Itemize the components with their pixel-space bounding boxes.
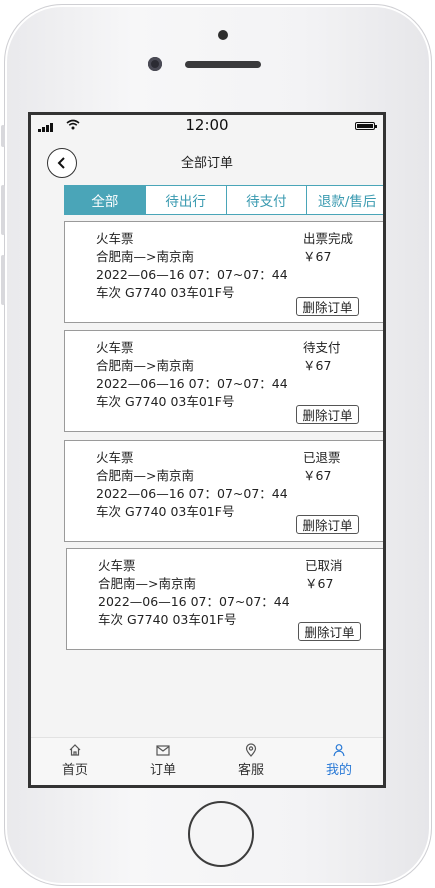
order-route: 合肥南—>南京南 bbox=[96, 468, 194, 483]
order-datetime: 2022—06—16 07：07~07：44 bbox=[98, 594, 290, 609]
tab-refund-aftersale[interactable]: 退款/售后 bbox=[306, 186, 383, 214]
nav-item-label: 首页 bbox=[61, 763, 88, 778]
delete-order-button[interactable]: 删除订单 bbox=[296, 515, 359, 534]
nav-item-label: 我的 bbox=[325, 763, 352, 778]
mail-icon bbox=[156, 745, 170, 756]
order-card[interactable]: 火车票 合肥南—>南京南 2022—06—16 07：07~07：44 车次 G… bbox=[64, 221, 383, 323]
status-bar: 12:00 bbox=[31, 115, 383, 137]
order-price: ￥67 bbox=[305, 576, 334, 591]
nav-item-home[interactable]: 首页 bbox=[31, 738, 119, 785]
order-datetime: 2022—06—16 07：07~07：44 bbox=[96, 486, 288, 501]
nav-item-orders[interactable]: 订单 bbox=[119, 738, 207, 785]
tab-pending-payment[interactable]: 待支付 bbox=[225, 186, 307, 214]
nav-item-label: 客服 bbox=[237, 763, 264, 778]
order-price: ￥67 bbox=[303, 468, 332, 483]
volume-up-button bbox=[1, 185, 5, 235]
front-camera bbox=[148, 57, 162, 71]
tab-all[interactable]: 全部 bbox=[65, 186, 145, 214]
order-train: 车次 G7740 03车01F号 bbox=[96, 504, 235, 519]
earpiece-speaker bbox=[185, 61, 261, 68]
nav-item-service[interactable]: 客服 bbox=[207, 738, 295, 785]
screen: 12:00 全部订单 全部 待出行 待支付 退款/售后 火车票 合肥南—>南京南… bbox=[28, 112, 386, 788]
order-tabs: 全部 待出行 待支付 退款/售后 bbox=[64, 185, 383, 215]
order-train: 车次 G7740 03车01F号 bbox=[96, 285, 235, 300]
order-status: 已退票 bbox=[303, 450, 341, 465]
order-type: 火车票 bbox=[96, 340, 134, 355]
delete-order-button[interactable]: 删除订单 bbox=[298, 622, 361, 641]
order-card[interactable]: 火车票 合肥南—>南京南 2022—06—16 07：07~07：44 车次 G… bbox=[66, 548, 383, 650]
proximity-sensor bbox=[218, 30, 228, 40]
delete-order-button[interactable]: 删除订单 bbox=[296, 297, 359, 316]
order-type: 火车票 bbox=[96, 231, 134, 246]
order-card[interactable]: 火车票 合肥南—>南京南 2022—06—16 07：07~07：44 车次 G… bbox=[64, 330, 383, 432]
order-status: 已取消 bbox=[305, 558, 343, 573]
volume-down-button bbox=[1, 255, 5, 305]
order-status: 待支付 bbox=[303, 340, 341, 355]
order-datetime: 2022—06—16 07：07~07：44 bbox=[96, 376, 288, 391]
bottom-nav: 首页 订单 客服 我的 bbox=[31, 737, 383, 785]
mute-switch bbox=[1, 125, 5, 147]
order-train: 车次 G7740 03车01F号 bbox=[98, 612, 237, 627]
order-type: 火车票 bbox=[96, 450, 134, 465]
order-type: 火车票 bbox=[98, 558, 136, 573]
order-card[interactable]: 火车票 合肥南—>南京南 2022—06—16 07：07~07：44 车次 G… bbox=[64, 440, 383, 542]
battery-icon bbox=[355, 122, 377, 130]
order-train: 车次 G7740 03车01F号 bbox=[96, 394, 235, 409]
page-title: 全部订单 bbox=[180, 156, 233, 171]
order-price: ￥67 bbox=[303, 249, 332, 264]
home-icon bbox=[69, 744, 81, 756]
tab-pending-travel[interactable]: 待出行 bbox=[144, 186, 226, 214]
delete-order-button[interactable]: 删除订单 bbox=[296, 405, 359, 424]
user-icon bbox=[333, 744, 345, 757]
order-datetime: 2022—06—16 07：07~07：44 bbox=[96, 267, 288, 282]
order-route: 合肥南—>南京南 bbox=[96, 249, 194, 264]
order-route: 合肥南—>南京南 bbox=[98, 576, 196, 591]
nav-item-mine[interactable]: 我的 bbox=[295, 738, 383, 785]
nav-item-label: 订单 bbox=[149, 763, 176, 778]
status-time: 12:00 bbox=[185, 116, 229, 134]
location-pin-icon bbox=[245, 743, 257, 757]
home-button[interactable] bbox=[188, 801, 254, 867]
order-price: ￥67 bbox=[303, 358, 332, 373]
order-status: 出票完成 bbox=[303, 231, 354, 246]
order-route: 合肥南—>南京南 bbox=[96, 358, 194, 373]
